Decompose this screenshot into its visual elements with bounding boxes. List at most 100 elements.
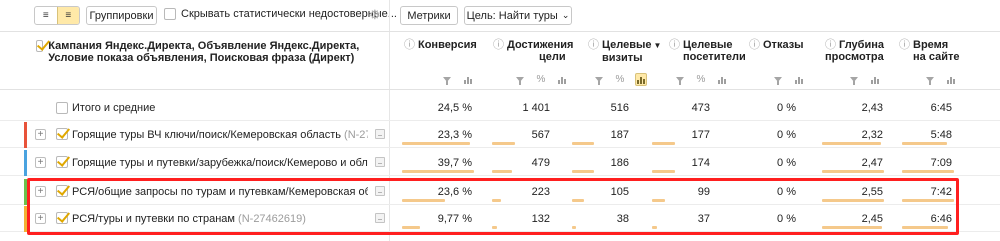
cell-target-visitors: 37: [697, 213, 710, 225]
row-label[interactable]: Горящие туры и путевки/зарубежка/поиск/К…: [72, 157, 368, 169]
percent-icon[interactable]: %: [535, 73, 547, 86]
cell-target-visits: 38: [616, 213, 629, 225]
value-bar: [492, 226, 497, 229]
row-color-stripe: [24, 150, 27, 176]
column-header-time[interactable]: ⓘ Время на сайте: [899, 39, 959, 63]
cell-conversion: 9,77 %: [437, 213, 472, 225]
chart-icon[interactable]: [945, 73, 957, 86]
help-icon[interactable]: ⓘ: [749, 39, 760, 51]
table-row[interactable]: + Горящие туры и путевки/зарубежка/поиск/…: [0, 150, 1000, 176]
column-header-target-visitors[interactable]: ⓘ Целевые посетители: [669, 39, 746, 63]
chart-icon[interactable]: [556, 73, 568, 86]
chart-icon-active[interactable]: [635, 73, 647, 86]
help-icon[interactable]: ⓘ: [669, 39, 680, 51]
value-bar: [902, 226, 948, 229]
cell-target-visitors: 174: [691, 157, 710, 169]
expand-icon[interactable]: +: [35, 186, 46, 197]
cell-bounce: 0 %: [777, 129, 796, 141]
check-icon[interactable]: [56, 212, 68, 224]
column-header-bounce[interactable]: ⓘ Отказы: [749, 39, 804, 51]
value-bar: [652, 199, 665, 202]
column-header-depth[interactable]: ⓘ Глубина просмотра: [825, 39, 884, 63]
table-row[interactable]: + РСЯ/общие запросы по турам и путевкам/К…: [0, 179, 1000, 205]
totals-label: Итого и средние: [72, 102, 156, 114]
help-icon[interactable]: ⓘ: [493, 39, 504, 51]
help-icon[interactable]: ⓘ: [825, 39, 836, 51]
goal-select-label: Цель: Найти туры: [466, 9, 558, 22]
tree-view-icon[interactable]: ≡: [56, 7, 79, 24]
help-icon[interactable]: ⓘ: [404, 39, 415, 51]
totals-checkbox[interactable]: [56, 102, 68, 114]
value-bar: [572, 199, 584, 202]
cell-depth: 2,32: [861, 129, 883, 141]
check-icon[interactable]: [56, 156, 68, 168]
table-row[interactable]: + Горящие туры ВЧ ключи/поиск/Кемеровская…: [0, 122, 1000, 148]
filter-icon[interactable]: [593, 73, 605, 86]
cell-goal-reaches: 479: [531, 157, 550, 169]
view-toggle: ≡ ≡: [34, 6, 80, 25]
bookmark-icon[interactable]: [375, 129, 385, 139]
cell-depth: 2,47: [861, 157, 883, 169]
gear-icon[interactable]: ⚙: [369, 7, 381, 23]
row-label[interactable]: РСЯ/туры и путевки по странам (N-2746261…: [72, 213, 368, 225]
table-row[interactable]: + РСЯ/туры и путевки по странам (N-274626…: [0, 206, 1000, 232]
bookmark-icon[interactable]: [375, 157, 385, 167]
value-bar: [572, 170, 594, 173]
row-label[interactable]: Горящие туры ВЧ ключи/поиск/Кемеровская …: [72, 129, 368, 141]
column-header-goal-reaches[interactable]: ⓘ Достижения цели: [493, 39, 573, 63]
goal-select[interactable]: Цель: Найти туры ⌄: [464, 6, 572, 25]
cell-time: 5:48: [930, 129, 952, 141]
column-header-conversion[interactable]: ⓘ Конверсия: [404, 39, 477, 51]
cell-goal-reaches: 567: [531, 129, 550, 141]
total-conversion: 24,5 %: [437, 102, 472, 114]
expand-icon[interactable]: +: [35, 157, 46, 168]
checkbox-empty[interactable]: [164, 8, 176, 20]
total-target-visits: 516: [610, 102, 629, 114]
cell-conversion: 23,3 %: [437, 129, 472, 141]
filter-icon[interactable]: [772, 73, 784, 86]
chart-icon[interactable]: [462, 73, 474, 86]
filter-icon[interactable]: [441, 73, 453, 86]
filter-icon[interactable]: [924, 73, 936, 86]
filter-icon[interactable]: [674, 73, 686, 86]
percent-icon[interactable]: %: [614, 73, 626, 86]
report-toolbar: ≡ ≡ Группировки Скрывать статистически н…: [0, 0, 1000, 31]
filter-icon[interactable]: [514, 73, 526, 86]
hide-unreliable-checkbox[interactable]: Скрывать статистически недостоверные...: [164, 8, 397, 20]
expand-icon[interactable]: +: [35, 213, 46, 224]
bookmark-icon[interactable]: [375, 213, 385, 223]
metrics-button[interactable]: Метрики: [400, 6, 458, 25]
row-label[interactable]: РСЯ/общие запросы по турам и путевкам/Ке…: [72, 186, 368, 198]
expand-icon[interactable]: +: [35, 129, 46, 140]
cell-target-visitors: 177: [691, 129, 710, 141]
check-icon[interactable]: [56, 185, 68, 197]
cell-bounce: 0 %: [777, 157, 796, 169]
filter-icon[interactable]: [848, 73, 860, 86]
dimensions-header[interactable]: Кампания Яндекс.Директа, Объявление Янде…: [36, 40, 376, 64]
help-icon[interactable]: ⓘ: [588, 39, 599, 51]
value-bar: [492, 199, 501, 202]
cell-bounce: 0 %: [777, 186, 796, 198]
cell-conversion: 23,6 %: [437, 186, 472, 198]
value-bar: [822, 199, 884, 202]
total-depth: 2,43: [861, 102, 883, 114]
bookmark-icon[interactable]: [375, 186, 385, 196]
chart-icon[interactable]: [869, 73, 881, 86]
help-icon[interactable]: ⓘ: [899, 39, 910, 51]
check-icon[interactable]: [56, 128, 68, 140]
chart-icon[interactable]: [716, 73, 728, 86]
value-bar: [402, 170, 474, 173]
row-color-stripe: [24, 122, 27, 148]
check-icon[interactable]: [36, 40, 44, 52]
value-bar: [492, 142, 515, 145]
list-view-icon[interactable]: ≡: [35, 7, 57, 24]
percent-icon[interactable]: %: [695, 73, 707, 86]
value-bar: [902, 142, 947, 145]
column-header-target-visits[interactable]: ⓘ Целевые ▼ визиты: [588, 39, 661, 64]
total-bounce: 0 %: [777, 102, 796, 114]
chart-icon[interactable]: [793, 73, 805, 86]
value-bar: [652, 170, 675, 173]
cell-time: 7:42: [930, 186, 952, 198]
groupings-button[interactable]: Группировки: [86, 6, 157, 25]
cell-target-visitors: 99: [697, 186, 710, 198]
